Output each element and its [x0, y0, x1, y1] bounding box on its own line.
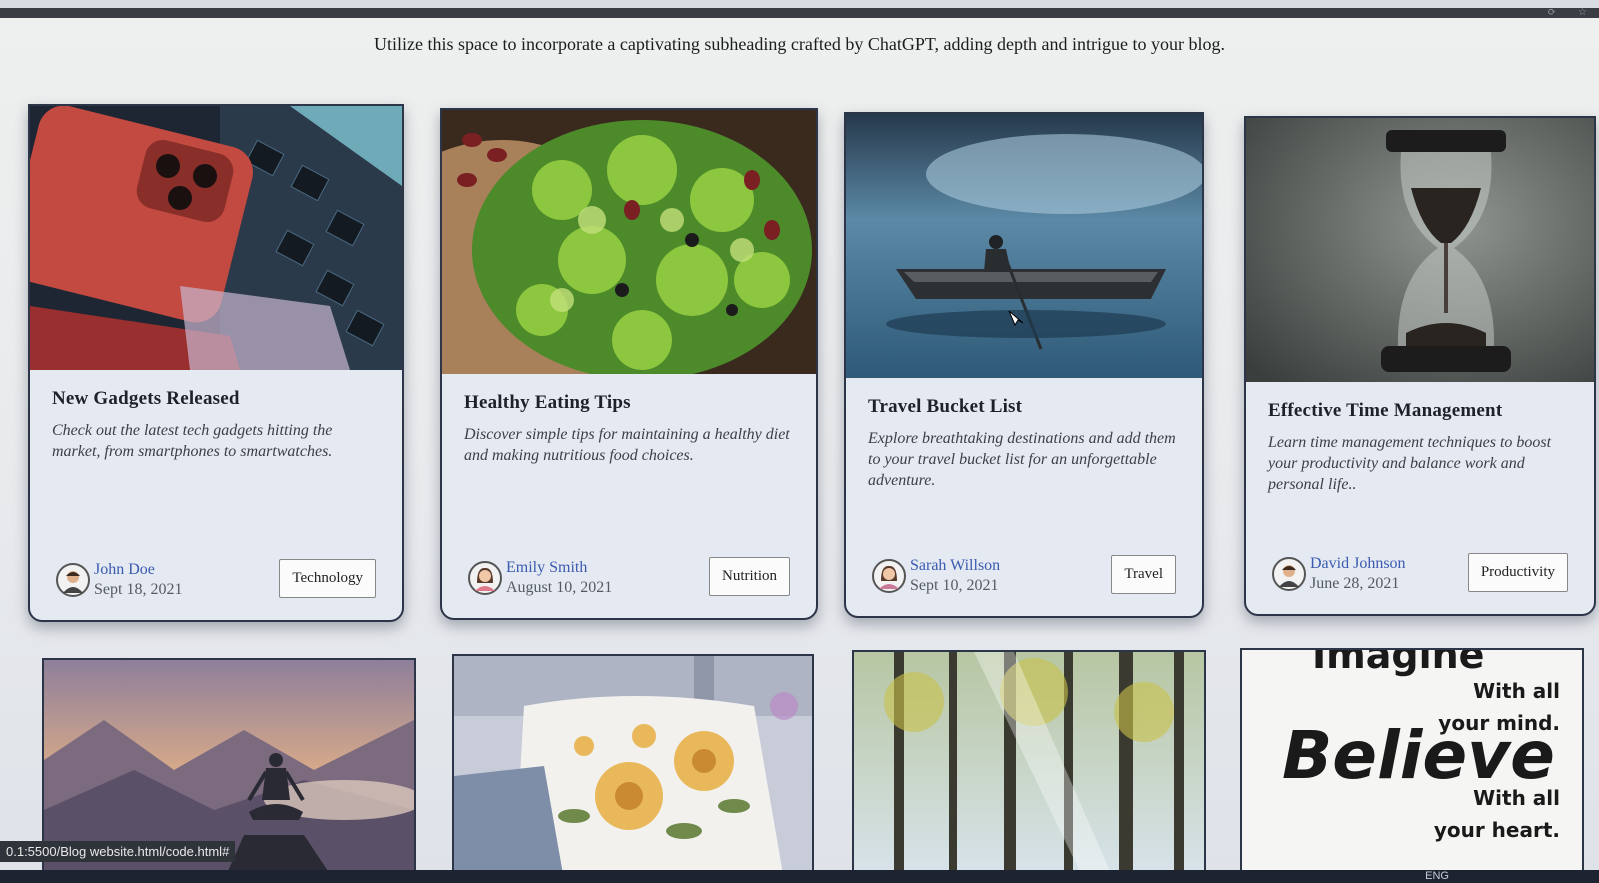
- card-description: Explore breathtaking destinations and ad…: [868, 430, 1176, 489]
- card-description: Check out the latest tech gadgets hittin…: [52, 422, 333, 460]
- card-author-meta: David Johnson June 28, 2021: [1272, 554, 1406, 594]
- blog-card-travel[interactable]: Travel Bucket List Explore breathtaking …: [844, 112, 1204, 618]
- browser-status-url: 0.1:5500/Blog website.html/code.html#: [0, 841, 236, 862]
- quote-line-your-heart: your heart.: [1434, 818, 1560, 842]
- favorites-icon[interactable]: ☆: [1578, 8, 1587, 18]
- card-image-phone-laptop: [30, 106, 402, 370]
- blog-card-quote[interactable]: Imagine With all your mind. Believe With…: [1240, 648, 1584, 870]
- category-tag-button[interactable]: Technology: [279, 559, 376, 598]
- card-description: Learn time management techniques to boos…: [1268, 434, 1552, 493]
- card-author-meta: John Doe Sept 18, 2021: [56, 560, 182, 600]
- card-image-meditation-mountains: [44, 660, 414, 870]
- category-tag-button[interactable]: Nutrition: [709, 557, 790, 596]
- card-description: Discover simple tips for maintaining a h…: [464, 426, 790, 464]
- male-avatar-icon: [56, 563, 90, 597]
- page-subheading: Utilize this space to incorporate a capt…: [374, 34, 1225, 54]
- quote-line-with-all-1: With all: [1473, 679, 1560, 703]
- language-indicator[interactable]: ENG: [1425, 870, 1449, 883]
- author-name[interactable]: David Johnson: [1310, 554, 1406, 574]
- card-image-hourglass: [1246, 118, 1594, 382]
- post-date: Sept 18, 2021: [94, 581, 183, 598]
- blog-card-flowers[interactable]: [452, 654, 814, 870]
- card-author-meta: Emily Smith August 10, 2021: [468, 558, 612, 598]
- card-image-boat-lake: [846, 114, 1202, 378]
- post-date: June 28, 2021: [1310, 575, 1400, 592]
- refresh-icon[interactable]: ⟳: [1548, 8, 1556, 18]
- author-name[interactable]: Sarah Willson: [910, 556, 1000, 576]
- quote-word-imagine: Imagine: [1312, 650, 1484, 677]
- blog-card-healthy-eating[interactable]: Healthy Eating Tips Discover simple tips…: [440, 108, 818, 620]
- browser-page: ⟳ ☆ Utilize this space to incorporate a c…: [0, 8, 1599, 870]
- category-tag-button[interactable]: Productivity: [1467, 553, 1568, 592]
- post-date: August 10, 2021: [506, 579, 613, 596]
- blog-card-time-management[interactable]: Effective Time Management Learn time man…: [1244, 116, 1596, 616]
- blog-card-gadgets[interactable]: New Gadgets Released Check out the lates…: [28, 104, 404, 622]
- card-title[interactable]: New Gadgets Released: [52, 388, 384, 410]
- author-name[interactable]: Emily Smith: [506, 558, 612, 578]
- quote-line-with-all-2: With all: [1473, 786, 1560, 810]
- card-image-forest: [854, 652, 1204, 870]
- blog-card-meditation[interactable]: [42, 658, 416, 870]
- post-date: Sept 10, 2021: [910, 577, 999, 594]
- card-image-roses-pillow: [454, 656, 812, 870]
- female-avatar-icon: [468, 561, 502, 595]
- quote-word-believe: Believe: [1282, 717, 1555, 794]
- card-author-meta: Sarah Willson Sept 10, 2021: [872, 556, 1000, 596]
- author-name[interactable]: John Doe: [94, 560, 182, 580]
- female-avatar-icon: [872, 559, 906, 593]
- os-taskbar: ENG: [0, 870, 1599, 883]
- male-avatar-icon: [1272, 557, 1306, 591]
- card-image-quote: Imagine With all your mind. Believe With…: [1242, 650, 1582, 870]
- card-title[interactable]: Effective Time Management: [1268, 400, 1576, 422]
- card-title[interactable]: Healthy Eating Tips: [464, 392, 798, 414]
- card-title[interactable]: Travel Bucket List: [868, 396, 1184, 418]
- card-image-salad: [442, 110, 816, 460]
- browser-top-bar: ⟳ ☆: [0, 8, 1599, 18]
- blog-card-forest[interactable]: [852, 650, 1206, 870]
- category-tag-button[interactable]: Travel: [1111, 555, 1176, 594]
